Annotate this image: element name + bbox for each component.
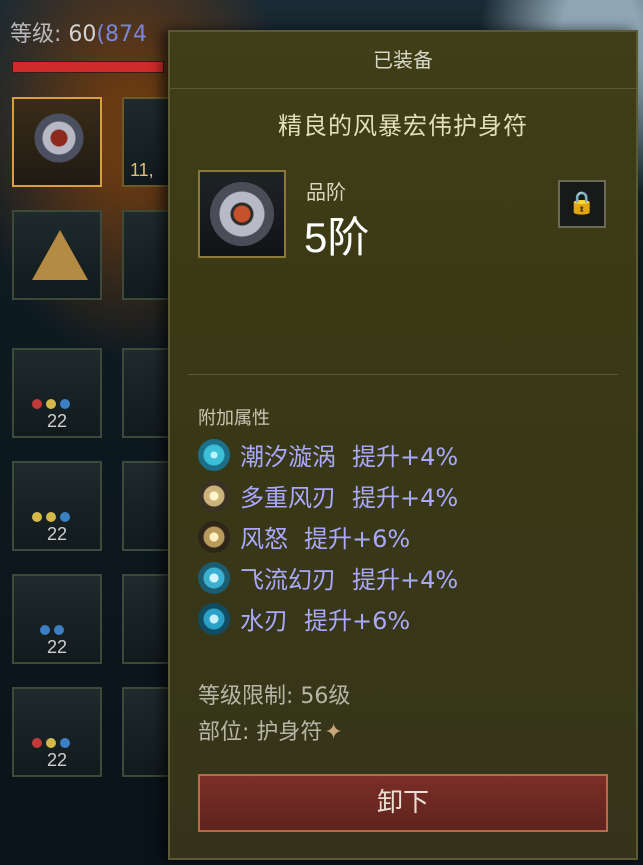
amulet-icon [34,113,84,163]
item-icon [198,170,286,258]
level-requirement: 等级限制: 56级 [198,684,351,709]
unequip-button[interactable]: 卸下 [198,774,608,832]
attr-row: 飞流幻刃 提升+4% [198,557,458,598]
equip-slot-ring-3[interactable]: 22 [12,574,102,664]
attr-name: 潮汐漩涡 [240,443,336,471]
attr-effect: 提升+4% [352,443,459,471]
emblem-icon [32,230,88,280]
slot-type: 部位: 护身符 [198,720,323,745]
attr-list: 潮汐漩涡 提升+4% 多重风刃 提升+4% 风怒 提升+6% 飞流幻刃 提升+4% 水刃… [198,434,458,639]
attr-effect: 提升+4% [352,484,459,512]
lock-icon: 🔒 [568,191,596,216]
item-meta: 等级限制: 56级 部位: 护身符✦ [198,678,350,750]
equip-slot-ring-1[interactable]: 22 [12,348,102,438]
item-name: 精良的风暴宏伟护身符 [278,112,528,140]
attr-effect: 提升+4% [352,566,459,594]
attr-row: 水刃 提升+6% [198,598,458,639]
tide-vortex-icon [198,438,230,471]
grade-value: 5阶 [304,214,370,261]
amulet-icon [210,182,274,246]
equipped-header: 已装备 [170,32,636,89]
slot-level: 22 [46,411,68,431]
attr-effect: 提升+6% [304,525,411,553]
divider [188,374,618,375]
attr-title: 附加属性 [198,408,270,429]
amulet-slot-icon: ✦ [324,720,343,745]
health-bar [12,61,164,73]
player-level: 等级: 60(874 [10,16,147,48]
attr-effect: 提升+6% [304,607,411,635]
attr-name: 多重风刃 [240,484,336,512]
wind-fury-icon [198,520,230,553]
equip-slot-ring-4[interactable]: 22 [12,687,102,777]
item-tooltip-panel: 已装备 精良的风暴宏伟护身符 品阶 5阶 🔒 附加属性 潮汐漩涡 提升+4% 多重… [168,30,638,860]
multi-wind-blade-icon [198,479,230,512]
water-blade-icon [198,602,230,635]
level-label: 等级: [10,22,62,47]
equip-slot-emblem[interactable] [12,210,102,300]
slot-level: 22 [46,637,68,657]
attr-row: 多重风刃 提升+4% [198,475,458,516]
slot-level: 22 [46,750,68,770]
level-extra: (874 [96,22,147,47]
attr-row: 风怒 提升+6% [198,516,458,557]
grade-label: 品阶 [306,180,346,204]
lock-button[interactable]: 🔒 [558,180,606,228]
flowing-blade-icon [198,561,230,594]
equip-slot-ring-2[interactable]: 22 [12,461,102,551]
attr-name: 飞流幻刃 [240,566,336,594]
slot-type-row: 部位: 护身符✦ [198,714,350,750]
level-value: 60 [68,22,97,47]
attr-name: 水刃 [240,607,288,635]
equip-slot-amulet[interactable] [12,97,102,187]
attr-name: 风怒 [240,525,288,553]
slot-level: 22 [46,524,68,544]
attr-row: 潮汐漩涡 提升+4% [198,434,458,475]
